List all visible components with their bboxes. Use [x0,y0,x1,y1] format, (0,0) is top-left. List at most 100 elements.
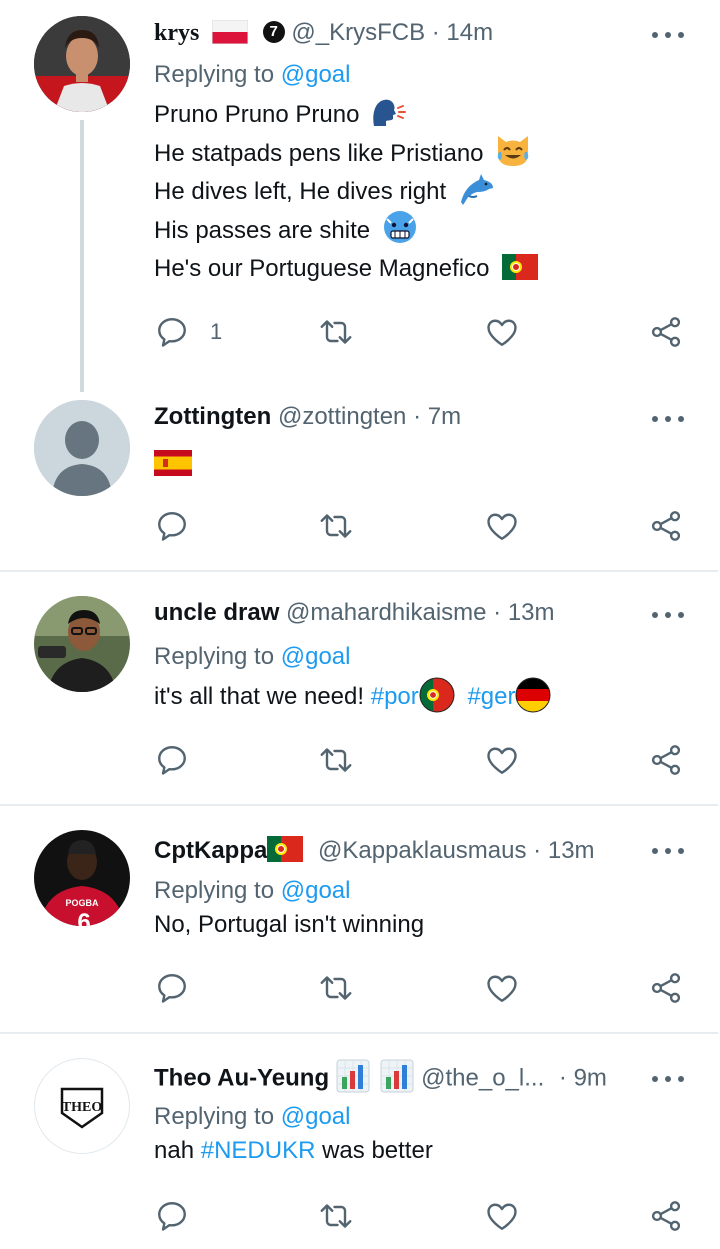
retweet-button[interactable] [318,970,354,1006]
replying-prefix: Replying to [154,1103,275,1130]
tweet-text [154,450,680,476]
mention-link[interactable]: @goal [281,1103,351,1130]
timestamp[interactable]: 9m [574,1064,607,1091]
jersey-number: 6 [77,909,90,926]
reply-count: 1 [210,319,223,344]
tweet-line-text: He's our Portuguese Magnefico [154,255,490,282]
reply-icon [154,314,190,350]
user-handle[interactable]: @_KrysFCB [291,19,425,46]
retweet-icon [318,742,354,778]
cat-tears-of-joy-icon [494,132,532,168]
timestamp[interactable]: 14m [446,19,493,46]
tweet-krys[interactable]: krys 7 @_KrysFCB · 14m Replying to @goal… [0,0,720,392]
retweet-button[interactable] [318,314,354,350]
avatar-uncle-draw-image [34,596,130,692]
tweet-theo-au-yeung[interactable]: THEO Theo Au-Yeung @the_o_l... · 9m Repl… [0,1034,720,1249]
retweet-button[interactable] [318,1198,354,1234]
user-handle[interactable]: @zottingten [278,403,406,430]
jersey-name: POGBA [65,898,99,908]
retweet-button[interactable] [318,508,354,544]
share-icon [648,970,684,1006]
tweet-content: CptKappa @Kappaklausmaus · 13m Replying … [154,835,680,945]
retweet-icon [318,1198,354,1234]
reply-button[interactable] [154,970,190,1006]
tweet-header: Zottingten @zottingten · 7m [154,402,680,432]
user-handle[interactable]: @the_o_l... [421,1064,544,1091]
share-icon [648,742,684,778]
separator: · [431,19,440,46]
hashtag-link[interactable]: #NEDUKR [201,1137,316,1164]
tweet-actions [154,1198,690,1238]
retweet-button[interactable] [318,742,354,778]
separator: · [533,837,542,864]
tweet-line-text: He dives left, He dives right [154,178,447,205]
replying-to: Replying to @goal [154,876,680,906]
reply-button[interactable] [154,508,190,544]
share-button[interactable] [648,314,684,350]
like-button[interactable] [484,970,520,1006]
separator: · [558,1064,567,1092]
tweet-text: it's all that we need! #por #ger [154,677,680,717]
share-button[interactable] [648,742,684,778]
more-options-button[interactable] [652,612,684,622]
hashtag-link[interactable]: #por [371,683,419,710]
hashtag-link[interactable]: #ger [467,683,515,710]
more-icon [652,32,658,38]
timestamp[interactable]: 7m [428,403,461,430]
more-options-button[interactable] [652,1076,684,1086]
display-name[interactable]: Theo Au-Yeung [154,1064,329,1091]
display-name[interactable]: CptKappa [154,837,267,864]
like-icon [484,508,520,544]
like-button[interactable] [484,508,520,544]
replying-prefix: Replying to [154,877,275,904]
tweet-cptkappa[interactable]: POGBA 6 CptKappa @Kappaklausmaus · 13m R… [0,806,720,1032]
like-icon [484,742,520,778]
avatar[interactable] [34,400,130,496]
like-icon [484,970,520,1006]
more-options-button[interactable] [652,416,684,426]
timestamp[interactable]: 13m [508,599,555,626]
tweet-zottingten[interactable]: Zottingten @zottingten · 7m [0,392,720,570]
dolphin-icon [459,172,495,206]
like-button[interactable] [484,742,520,778]
avatar[interactable]: POGBA 6 [34,830,130,926]
more-options-button[interactable] [652,32,684,42]
timestamp[interactable]: 13m [548,837,595,864]
avatar[interactable] [34,596,130,692]
tweet-content: krys 7 @_KrysFCB · 14m Replying to @goal… [154,18,680,289]
display-name[interactable]: Zottingten [154,403,271,430]
avatar[interactable]: THEO [34,1058,130,1154]
share-button[interactable] [648,508,684,544]
more-options-button[interactable] [652,848,684,858]
reply-button[interactable] [154,742,190,778]
like-button[interactable] [484,1198,520,1234]
tweet-line-text: nah [154,1137,195,1164]
tweet-uncle-draw[interactable]: uncle draw @mahardhikaisme · 13m Replyin… [0,572,720,804]
tweet-header: CptKappa @Kappaklausmaus · 13m [154,835,680,866]
thread-line [80,120,84,392]
user-handle[interactable]: @Kappaklausmaus [318,837,526,864]
display-name[interactable]: krys [154,20,199,46]
germany-round-flag-icon [515,677,551,713]
share-icon [648,314,684,350]
display-name[interactable]: uncle draw [154,599,279,626]
mention-link[interactable]: @goal [281,643,351,670]
more-icon [652,1076,658,1082]
replying-prefix: Replying to [154,61,275,88]
share-button[interactable] [648,1198,684,1234]
tweet-line-text: Pruno Pruno Pruno [154,101,360,128]
reply-icon [154,742,190,778]
mention-link[interactable]: @goal [281,877,351,904]
share-button[interactable] [648,970,684,1006]
like-button[interactable] [484,314,520,350]
user-handle[interactable]: @mahardhikaisme [286,599,486,626]
mention-link[interactable]: @goal [281,61,351,88]
badge-seven-icon: 7 [262,20,285,43]
reply-button[interactable] [154,1198,190,1234]
tweet-text: nah #NEDUKR was better [154,1132,680,1171]
bar-chart-icon [380,1059,414,1093]
avatar[interactable] [34,16,130,112]
more-icon [652,612,658,618]
reply-button[interactable]: 1 [154,314,222,350]
separator: · [493,599,502,626]
